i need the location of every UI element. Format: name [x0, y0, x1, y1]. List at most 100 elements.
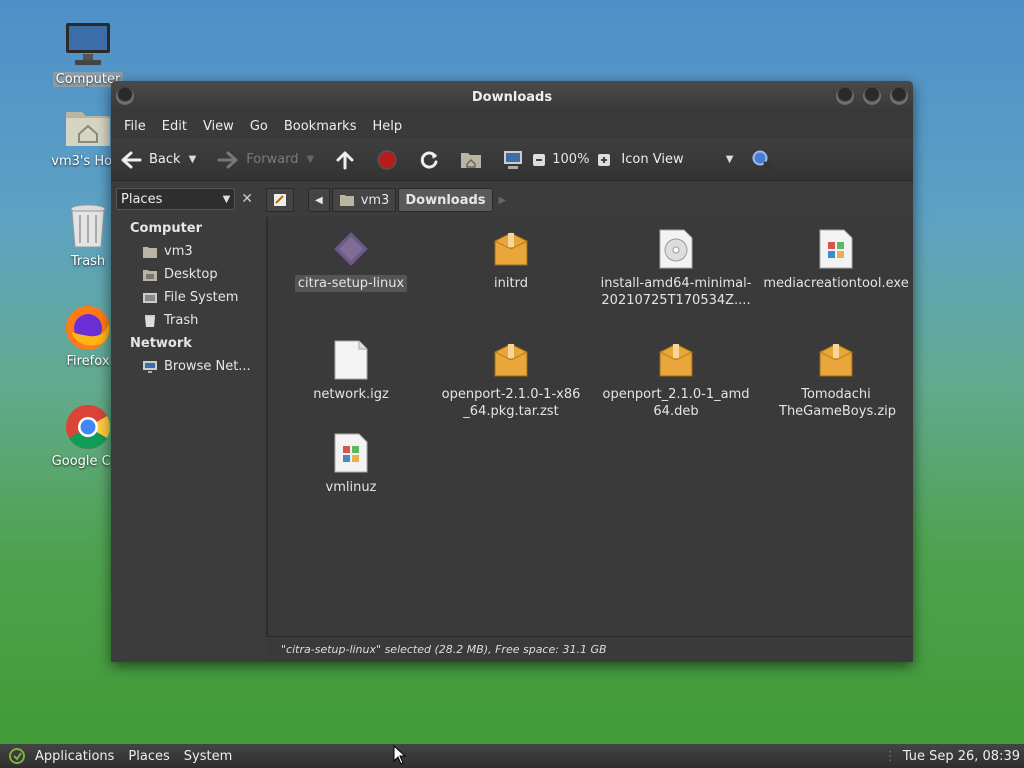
home-folder-icon: [339, 195, 354, 206]
file-item[interactable]: mediacreationtool.exe: [756, 227, 913, 292]
menu-help[interactable]: Help: [364, 119, 410, 134]
sidebar-category-network: Network: [130, 336, 192, 351]
close-sidebar-icon[interactable]: ✕: [241, 191, 253, 207]
file-item[interactable]: vmlinuz: [276, 431, 426, 496]
desktop-folder-icon: [143, 269, 157, 281]
zoom-out-button[interactable]: [532, 153, 546, 167]
path-segment-downloads[interactable]: Downloads: [398, 188, 493, 212]
window-titlebar[interactable]: Downloads: [111, 81, 913, 113]
window-title: Downloads: [471, 89, 553, 105]
sidebar-item-label: File System: [164, 290, 239, 305]
desktop-icon-computer[interactable]: Computer: [40, 20, 136, 87]
package-icon: [494, 232, 528, 266]
panel-separator: ⋮: [883, 748, 897, 764]
up-button[interactable]: [334, 149, 356, 171]
file-name: mediacreationtool.exe: [763, 276, 909, 291]
document-icon: [334, 340, 368, 380]
trash-icon: [145, 314, 155, 327]
menu-go[interactable]: Go: [242, 119, 276, 134]
package-icon: [819, 343, 853, 377]
chrome-icon: [66, 405, 110, 449]
file-item[interactable]: citra-setup-linux: [276, 227, 426, 292]
path-segment-vm3[interactable]: vm3: [331, 188, 397, 212]
view-mode-select[interactable]: Icon View ▼: [621, 152, 733, 167]
computer-button[interactable]: [502, 149, 524, 171]
reload-icon: [421, 151, 438, 169]
chevron-down-icon: ▼: [222, 193, 231, 205]
zoom-in-button[interactable]: [597, 153, 611, 167]
edit-location-icon: [274, 194, 286, 206]
home-button[interactable]: [460, 150, 482, 170]
status-text: "citra-setup-linux" selected (28.2 MB), …: [281, 643, 607, 656]
sidebar-item-label: Desktop: [164, 267, 218, 282]
file-item[interactable]: initrd: [436, 227, 586, 292]
maximize-button[interactable]: [863, 87, 881, 105]
zoom-level: 100%: [552, 152, 590, 167]
computer-icon: [66, 23, 110, 65]
file-item[interactable]: openport-2.1.0-1-x86_64.pkg.tar.zst: [436, 338, 586, 420]
forward-label: Forward: [246, 152, 299, 167]
sidebar-item-desktop[interactable]: Desktop: [116, 263, 256, 286]
sidebar-header: Places ▼ ✕: [116, 187, 253, 211]
disc-image-icon: [659, 229, 693, 269]
path-segment-label: vm3: [360, 192, 390, 208]
mate-logo-icon[interactable]: [6, 747, 28, 765]
firefox-icon: [66, 306, 110, 350]
home-folder-icon: [143, 246, 157, 258]
file-icon-view[interactable]: citra-setup-linux initrd install-amd64-m…: [266, 217, 913, 636]
window-content: Places ▼ ✕ Computer vm3 Desktop File Sys…: [111, 181, 913, 662]
view-mode-label: Icon View: [621, 152, 684, 167]
file-item[interactable]: openport_2.1.0-1_amd64.deb: [596, 338, 756, 420]
drive-icon: [143, 292, 157, 303]
reload-button[interactable]: [418, 149, 440, 171]
back-arrow-icon: [121, 151, 142, 168]
menu-bookmarks[interactable]: Bookmarks: [276, 119, 365, 134]
panel-menu-applications[interactable]: Applications: [28, 749, 121, 764]
toggle-location-entry-button[interactable]: [266, 188, 294, 212]
sidebar-item-vm3[interactable]: vm3: [116, 240, 256, 263]
forward-button[interactable]: Forward ▼: [216, 150, 314, 170]
panel-menu-system[interactable]: System: [177, 749, 239, 764]
sidebar-item-trash[interactable]: Trash: [116, 309, 256, 332]
file-name: initrd: [494, 276, 528, 291]
sidebar-item-label: Browse Net...: [164, 359, 251, 374]
forward-history-dropdown-icon[interactable]: ▼: [307, 154, 315, 165]
menu-file[interactable]: File: [116, 119, 154, 134]
desktop-icon-label: Trash: [70, 254, 106, 269]
file-item[interactable]: network.igz: [276, 338, 426, 403]
close-button[interactable]: [890, 87, 908, 105]
path-segment-label: Downloads: [405, 192, 486, 208]
search-button[interactable]: [751, 149, 773, 171]
up-arrow-icon: [336, 151, 354, 169]
binary-file-icon: [819, 229, 853, 269]
file-name: openport_2.1.0-1_amd64.deb: [602, 387, 750, 419]
back-button[interactable]: Back ▼: [119, 150, 196, 170]
file-item[interactable]: install-amd64-minimal-20210725T170534Z..…: [596, 227, 756, 309]
sidebar-item-browse-network[interactable]: Browse Net...: [116, 355, 256, 378]
path-scroll-right-icon[interactable]: ▶: [499, 195, 507, 206]
path-scroll-left-button[interactable]: ◀: [308, 188, 330, 212]
sidebar-item-filesystem[interactable]: File System: [116, 286, 256, 309]
file-name: openport-2.1.0-1-x86_64.pkg.tar.zst: [441, 387, 581, 419]
window-menu-button[interactable]: [116, 87, 134, 105]
back-history-dropdown-icon[interactable]: ▼: [189, 154, 197, 165]
home-folder-icon: [66, 112, 110, 146]
executable-icon: [331, 229, 371, 269]
sidebar-selector[interactable]: Places ▼: [116, 188, 236, 210]
stop-button[interactable]: [376, 149, 398, 171]
mouse-pointer-icon: [393, 745, 407, 765]
bottom-panel: Applications Places System ⋮ Tue Sep 26,…: [0, 744, 1024, 768]
chevron-down-icon: ▼: [725, 154, 734, 165]
home-folder-icon: [461, 152, 482, 168]
menu-edit[interactable]: Edit: [154, 119, 195, 134]
menu-view[interactable]: View: [195, 119, 242, 134]
stop-icon: [377, 149, 397, 170]
sidebar-category-computer: Computer: [130, 221, 203, 236]
minimize-button[interactable]: [836, 87, 854, 105]
panel-clock[interactable]: ⋮ Tue Sep 26, 08:39: [884, 744, 1020, 768]
package-icon: [494, 343, 528, 377]
panel-menu-places[interactable]: Places: [121, 749, 176, 764]
file-item[interactable]: Tomodachi TheGameBoys.zip: [756, 338, 913, 420]
sidebar-item-label: Trash: [164, 313, 199, 328]
status-bar: "citra-setup-linux" selected (28.2 MB), …: [266, 636, 913, 662]
